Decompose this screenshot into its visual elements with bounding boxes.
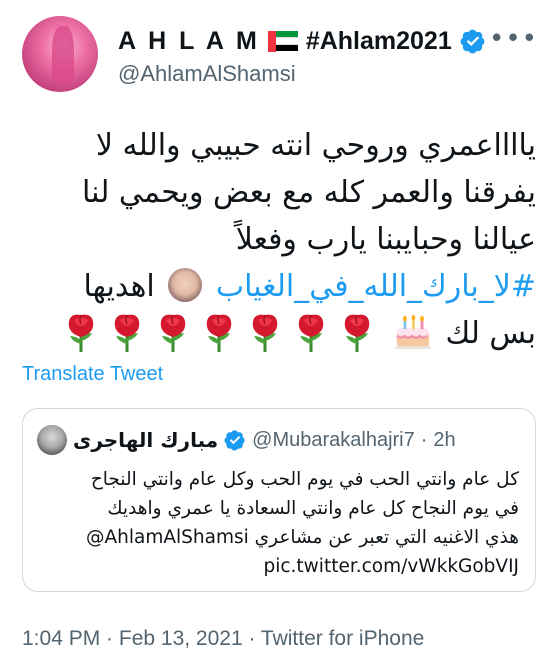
quoted-tweet-line: هذي الاغنيه التي تعبر عن مشاعري @AhlamAl… — [37, 523, 519, 552]
rose-emoji-icon — [337, 311, 377, 353]
woman-face-emoji-icon — [168, 268, 203, 302]
rose-emoji-icon — [153, 311, 193, 353]
tweet-text: يااااعمري وروحي انته حبيبي والله لا يفرق… — [20, 122, 536, 357]
author-name[interactable]: A H L A M — [118, 27, 260, 56]
quoted-tweet-text: كل عام وانتي الحب في يوم الحب وكل عام وا… — [37, 465, 519, 581]
birthday-cake-icon — [394, 314, 431, 350]
tweet-hashtag[interactable]: #لا_بارك_الله_في_الغياب — [216, 269, 536, 304]
tweet-after-hashtag: اهديها — [83, 269, 155, 304]
tweet-last-line-text: بس لك — [445, 316, 536, 351]
tweet-hashtag-line: #لا_بارك_الله_في_الغياب اهديها — [20, 263, 536, 310]
rose-emoji-icon — [199, 311, 239, 353]
quoted-tweet-line: pic.twitter.com/vWkkGobVIJ — [37, 552, 519, 581]
quoted-author-name[interactable]: مبارك الهاجرى — [73, 428, 218, 452]
translate-tweet-link[interactable]: Translate Tweet — [22, 363, 163, 386]
tweet-line: يفرقنا والعمر كله مع بعض ويحمي لنا — [82, 175, 536, 210]
quoted-media-link[interactable]: pic.twitter.com/vWkkGobVIJ — [263, 556, 519, 577]
rose-emoji-icon — [291, 311, 331, 353]
quoted-tweet-line: في يوم النجاح كل عام وانتي السعادة يا عم… — [107, 498, 519, 519]
uae-flag-icon — [267, 30, 298, 52]
roses-row — [58, 314, 380, 352]
tweet-line: يااااعمري وروحي انته حبيبي والله لا — [95, 128, 536, 163]
rose-emoji-icon — [61, 311, 101, 353]
verified-badge-icon — [460, 29, 485, 54]
author-hashtag-name: #Ahlam2021 — [305, 26, 452, 55]
quoted-author-avatar[interactable] — [37, 425, 67, 455]
quoted-tweet[interactable]: مبارك الهاجرى @Mubarakalhajri7 · 2h كل ع… — [22, 408, 536, 592]
more-options-icon[interactable]: ••• — [489, 24, 538, 54]
rose-emoji-icon — [245, 311, 285, 353]
verified-badge-icon — [224, 430, 245, 451]
dot-separator: · — [420, 428, 428, 451]
author-name-row: A H L A M #Ahlam2021 — [118, 24, 486, 58]
tweet-line: عيالنا وحبايبنا يارب وفعلاً — [235, 222, 536, 257]
author-handle[interactable]: @AhlamAlShamsi — [118, 61, 296, 87]
quoted-tweet-time[interactable]: 2h — [433, 429, 455, 452]
quoted-mention[interactable]: @AhlamAlShamsi — [86, 527, 249, 548]
quoted-tweet-line: كل عام وانتي الحب في يوم الحب وكل عام وا… — [90, 469, 519, 490]
tweet-last-line: بس لك — [20, 310, 536, 357]
quoted-tweet-line-text: هذي الاغنيه التي تعبر عن مشاعري — [254, 527, 519, 548]
author-avatar[interactable] — [22, 16, 98, 92]
quoted-tweet-header: مبارك الهاجرى @Mubarakalhajri7 · 2h — [37, 425, 456, 455]
rose-emoji-icon — [107, 311, 147, 353]
tweet-timestamp[interactable]: 1:04 PM · Feb 13, 2021 · Twitter for iPh… — [22, 627, 424, 651]
quoted-author-handle: @Mubarakalhajri7 — [252, 428, 415, 451]
